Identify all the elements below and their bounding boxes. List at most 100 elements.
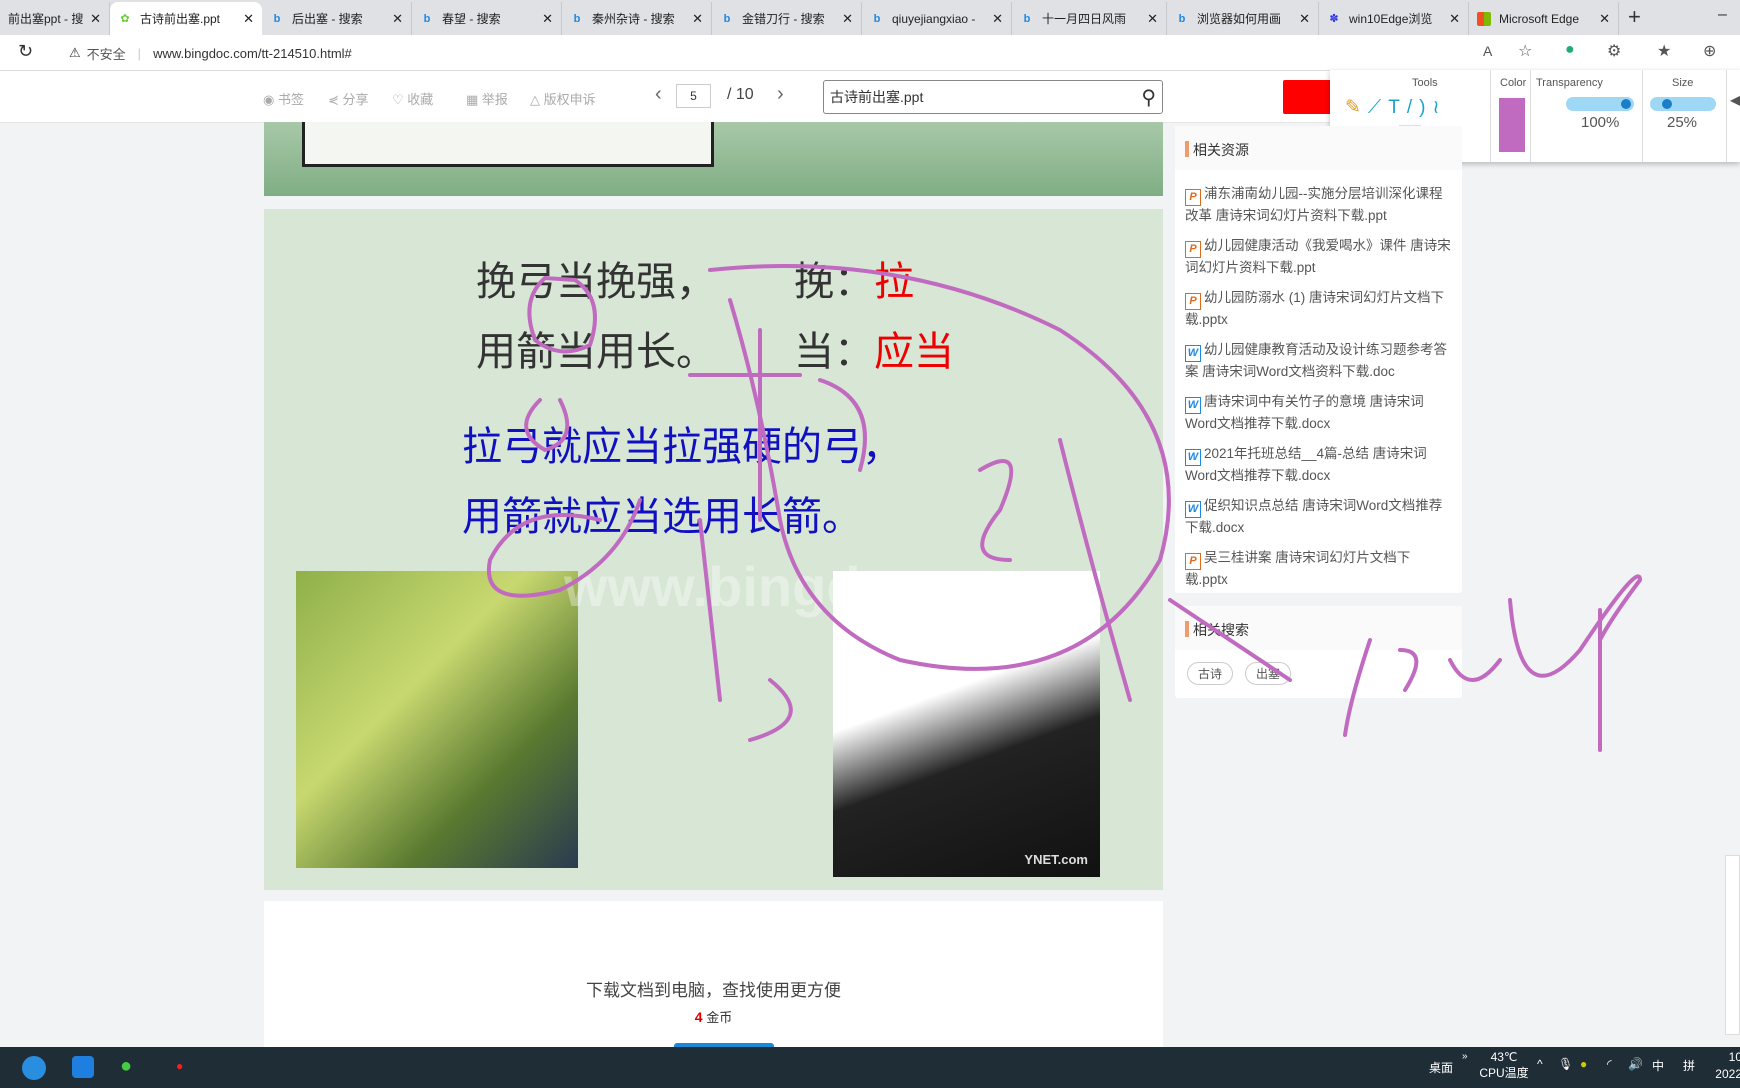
bing-icon: b	[423, 12, 431, 25]
address-bar-row: ↻ ⚠ 不安全 | www.bingdoc.com/tt-214510.html…	[0, 35, 1740, 71]
address-bar[interactable]: ⚠ 不安全 | www.bingdoc.com/tt-214510.html#	[55, 40, 1535, 66]
read-aloud-icon[interactable]: A	[1483, 43, 1492, 59]
resource-link[interactable]: P 吴三桂讲案 唐诗宋词幻灯片文档下载.pptx	[1175, 548, 1462, 590]
transparency-value: 100%	[1581, 114, 1620, 131]
freehand-icon[interactable]: ≀	[1432, 97, 1446, 118]
tab-6[interactable]: b qiuyejiangxiao - ✕	[862, 2, 1012, 35]
extension-icon[interactable]: ●	[1565, 41, 1575, 59]
resource-title: 幼儿园防溺水 (1) 唐诗宋词幻灯片文档下载.pptx	[1185, 290, 1445, 327]
security-tray-icon[interactable]: ●	[1580, 1057, 1587, 1071]
close-icon[interactable]: ✕	[90, 11, 101, 27]
next-page-button[interactable]: ›	[777, 83, 784, 106]
search-tag[interactable]: 古诗	[1187, 662, 1234, 685]
collections-icon[interactable]: ⊕	[1703, 41, 1716, 61]
search-tag[interactable]: 出塞	[1245, 662, 1292, 685]
close-icon[interactable]: ✕	[542, 11, 553, 27]
pencil-icon[interactable]: ✎	[1345, 97, 1368, 118]
bing-icon: b	[1023, 12, 1031, 25]
tab-9[interactable]: ✽ win10Edge浏览 ✕	[1319, 2, 1469, 35]
close-icon[interactable]: ✕	[1147, 11, 1158, 27]
new-tab-button[interactable]: +	[1628, 4, 1641, 30]
close-icon[interactable]: ✕	[243, 11, 254, 27]
resource-title: 唐诗宋词中有关竹子的意境 唐诗宋词Word文档推荐下载.docx	[1185, 394, 1424, 431]
ime-mode[interactable]: 中	[1652, 1057, 1664, 1074]
desktop-label[interactable]: 桌面	[1429, 1059, 1453, 1076]
close-icon[interactable]: ✕	[1599, 11, 1610, 27]
tab-8[interactable]: b 浏览器如何用画 ✕	[1167, 2, 1319, 35]
resource-link[interactable]: P 幼儿园健康活动《我爱喝水》课件 唐诗宋词幻灯片资料下载.ppt	[1175, 236, 1462, 278]
report-button[interactable]: ▦ 举报	[466, 89, 508, 108]
volume-icon[interactable]: 🔊	[1628, 1057, 1643, 1071]
resource-link[interactable]: P 浦东浦南幼儿园--实施分层培训深化课程改革 唐诗宋词幻灯片资料下载.ppt	[1175, 184, 1462, 226]
tab-10[interactable]: Microsoft Edge ✕	[1469, 2, 1619, 35]
tab-5[interactable]: b 金错刀行 - 搜索 ✕	[712, 2, 862, 35]
close-icon[interactable]: ✕	[992, 11, 1003, 27]
size-label: Size	[1672, 77, 1694, 89]
side-float-panel[interactable]	[1725, 855, 1740, 1035]
download-button[interactable]	[1283, 80, 1333, 114]
copyright-button[interactable]: △ 版权申诉	[530, 89, 596, 108]
search-input[interactable]: 古诗前出塞.ppt ⚲	[823, 80, 1163, 114]
search-icon[interactable]: ⚲	[1141, 85, 1156, 110]
report-label: 举报	[481, 92, 508, 107]
curve-icon[interactable]: )	[1419, 97, 1432, 118]
favorite-button[interactable]: ♡ 收藏	[392, 89, 433, 108]
tab-1[interactable]: ✿ 古诗前出塞.ppt ✕	[110, 2, 262, 35]
gloss-value: 拉	[874, 259, 914, 305]
eyedropper-icon[interactable]: ⟋	[1368, 97, 1388, 118]
minimize-button[interactable]: –	[1718, 6, 1727, 24]
related-resources-card: 相关资源 P 浦东浦南幼儿园--实施分层培训深化课程改革 唐诗宋词幻灯片资料下载.…	[1175, 126, 1462, 593]
resource-link[interactable]: W 2021年托班总结__4篇-总结 唐诗宋词Word文档推荐下载.docx	[1175, 444, 1462, 486]
bookmark-button[interactable]: ◉ 书签	[263, 89, 304, 108]
tab-0[interactable]: 前出塞ppt - 搜索 ✕	[0, 2, 110, 35]
prev-page-button[interactable]: ‹	[655, 83, 662, 106]
tab-2[interactable]: b 后出塞 - 搜索 ✕	[262, 2, 412, 35]
temp-label: CPU温度	[1479, 1066, 1529, 1080]
favorite-star-icon[interactable]: ☆	[1518, 41, 1532, 61]
tab-label: 浏览器如何用画	[1197, 12, 1282, 26]
resource-link[interactable]: P 幼儿园防溺水 (1) 唐诗宋词幻灯片文档下载.pptx	[1175, 288, 1462, 330]
transparency-slider[interactable]	[1566, 97, 1634, 111]
collapse-icon[interactable]: ◀	[1730, 90, 1740, 110]
clock[interactable]: 10 2022	[1712, 1049, 1740, 1083]
color-swatch[interactable]	[1499, 98, 1525, 152]
bookmark-label: 书签	[277, 92, 304, 107]
microphone-icon[interactable]: 🎙	[1558, 1057, 1573, 1071]
favorites-icon[interactable]: ★	[1657, 41, 1671, 61]
wifi-icon[interactable]: ◜	[1607, 1057, 1612, 1071]
poem-line-1: 挽弓当挽强，	[476, 259, 716, 305]
tab-3[interactable]: b 春望 - 搜索 ✕	[412, 2, 562, 35]
wechat-icon[interactable]: ●	[120, 1055, 132, 1078]
ime-pinyin[interactable]: 拼	[1683, 1057, 1695, 1074]
tab-label: 秦州杂诗 - 搜索	[592, 12, 675, 26]
text-icon[interactable]: T	[1388, 97, 1407, 118]
chevron-icon[interactable]: »	[1462, 1051, 1468, 1062]
refresh-icon[interactable]: ↻	[18, 41, 33, 62]
word-icon: W	[1185, 501, 1201, 518]
resource-link[interactable]: W 幼儿园健康教育活动及设计练习题参考答案 唐诗宋词Word文档资料下载.doc	[1175, 340, 1462, 382]
close-icon[interactable]: ✕	[1299, 11, 1310, 27]
resource-title: 2021年托班总结__4篇-总结 唐诗宋词Word文档推荐下载.docx	[1185, 446, 1427, 483]
tray-expand-icon[interactable]: ^	[1537, 1057, 1543, 1071]
close-icon[interactable]: ✕	[842, 11, 853, 27]
close-icon[interactable]: ✕	[1449, 11, 1460, 27]
resource-title: 促织知识点总结 唐诗宋词Word文档推荐下载.docx	[1185, 498, 1443, 535]
resource-link[interactable]: W 唐诗宋词中有关竹子的意境 唐诗宋词Word文档推荐下载.docx	[1175, 392, 1462, 434]
tab-7[interactable]: b 十一月四日风雨 ✕	[1012, 2, 1167, 35]
gloss-key: 挽：	[794, 259, 874, 305]
close-icon[interactable]: ✕	[692, 11, 703, 27]
tab-label: Microsoft Edge	[1499, 11, 1580, 26]
app-taskbar-icon[interactable]	[72, 1056, 94, 1078]
close-icon[interactable]: ✕	[392, 11, 403, 27]
watermark: www.bingdoc.com	[564, 555, 1057, 618]
resource-link[interactable]: W 促织知识点总结 唐诗宋词Word文档推荐下载.docx	[1175, 496, 1462, 538]
extensions-icon[interactable]: ⚙	[1607, 41, 1621, 61]
share-button[interactable]: ⋞ 分享	[328, 89, 369, 108]
line-icon[interactable]: /	[1407, 97, 1419, 118]
edge-taskbar-icon[interactable]	[22, 1056, 46, 1080]
recorder-icon[interactable]: ●	[176, 1059, 183, 1073]
tab-4[interactable]: b 秦州杂诗 - 搜索 ✕	[562, 2, 712, 35]
tools-row-1: ✎⟋T/)≀	[1345, 96, 1447, 119]
size-slider[interactable]	[1650, 97, 1716, 111]
page-number-input[interactable]: 5	[676, 84, 711, 108]
